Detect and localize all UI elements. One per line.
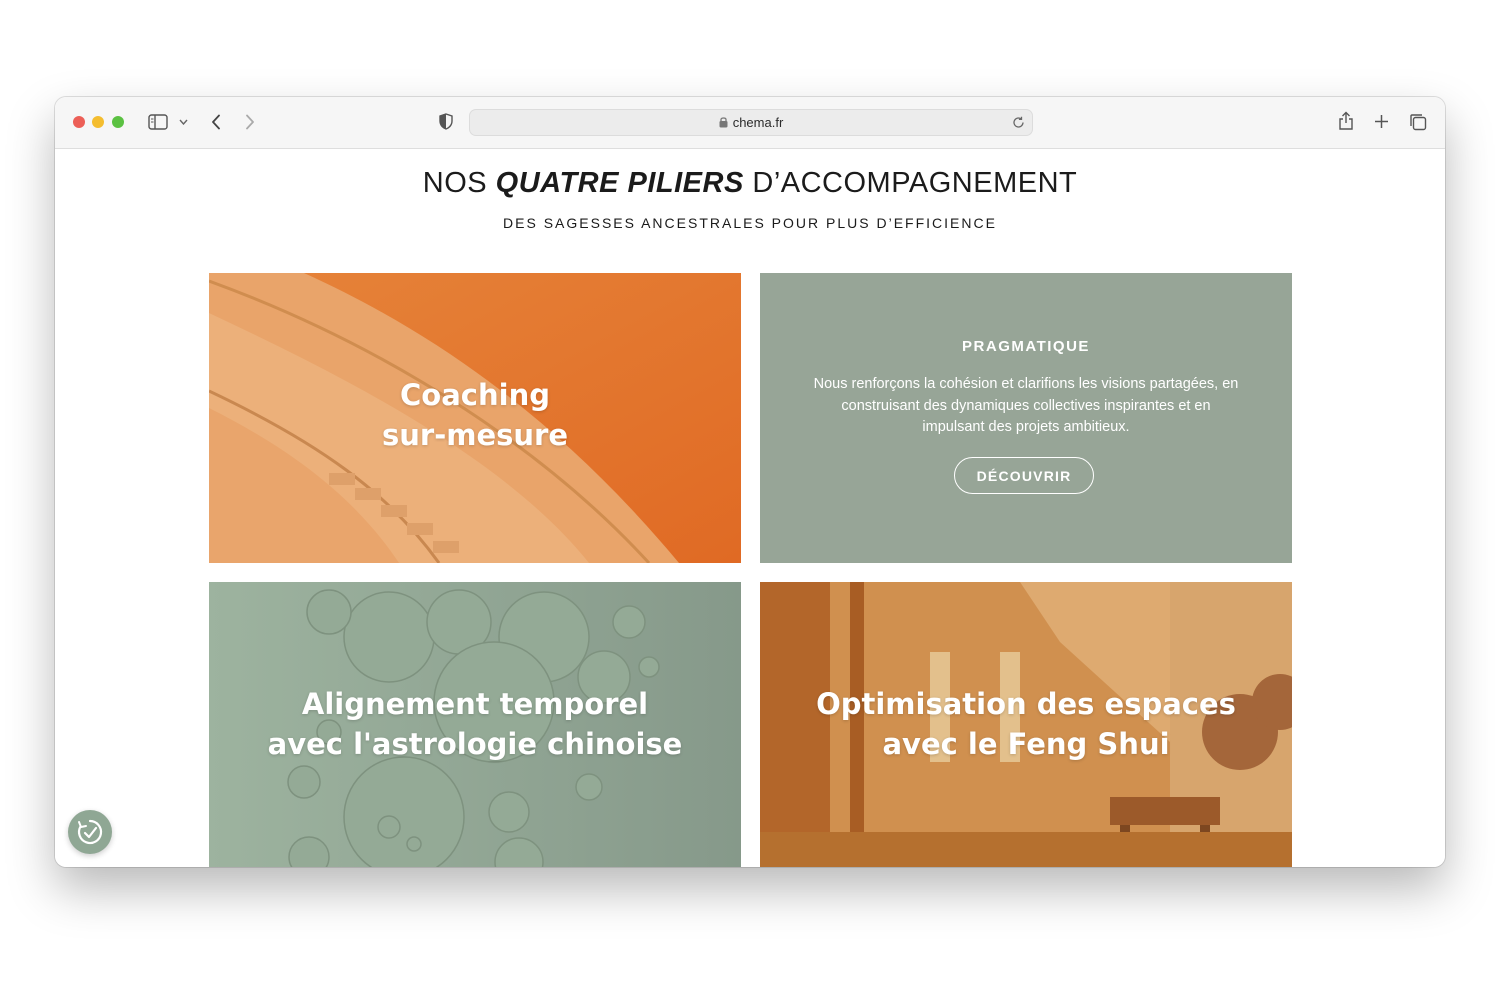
sidebar-icon[interactable] <box>148 114 168 130</box>
card-coaching-title: Coaching sur-mesure <box>381 378 568 452</box>
browser-toolbar: chema.fr <box>55 97 1445 149</box>
forward-icon[interactable] <box>245 114 255 130</box>
section-subheading: DES SAGESSES ANCESTRALES POUR PLUS D’EFF… <box>503 215 997 231</box>
browser-window: chema.fr NOS QUATRE PILIERS D’ACCOMPAGNE… <box>55 97 1445 867</box>
chevron-down-icon[interactable] <box>179 119 188 125</box>
tabs-overview-icon[interactable] <box>1409 113 1427 131</box>
card-optimisation[interactable]: Optimisation des espaces avec le Feng Sh… <box>760 582 1292 867</box>
card-coaching[interactable]: Coaching sur-mesure <box>209 273 741 563</box>
card-optimisation-title: Optimisation des espaces avec le Feng Sh… <box>816 687 1236 761</box>
zoom-window-button[interactable] <box>112 116 124 128</box>
heading-emphasis: QUATRE PILIERS <box>495 167 744 199</box>
new-tab-icon[interactable] <box>1374 114 1389 129</box>
url-text: chema.fr <box>732 115 784 130</box>
card-alignement-title: Alignement temporel avec l'astrologie ch… <box>267 687 683 761</box>
accessibility-widget-button[interactable] <box>68 810 112 854</box>
section-heading: NOS QUATRE PILIERS D’ACCOMPAGNEMENT <box>422 167 1078 199</box>
card-alignement[interactable]: Alignement temporel avec l'astrologie ch… <box>209 582 741 867</box>
shield-icon[interactable] <box>439 113 453 130</box>
card-pragmatique-text: Nous renforçons la cohésion et clarifion… <box>813 376 1239 435</box>
card-pragmatique: PRAGMATIQUE Nous renforçons la cohésion … <box>760 273 1292 563</box>
lock-icon <box>719 117 728 128</box>
discover-button[interactable]: DÉCOUVRIR <box>954 457 1094 494</box>
close-window-button[interactable] <box>73 116 85 128</box>
reload-icon[interactable] <box>1012 116 1025 129</box>
accessibility-check-icon <box>77 819 103 845</box>
page-content: NOS QUATRE PILIERS D’ACCOMPAGNEMENT DES … <box>55 149 1445 867</box>
share-icon[interactable] <box>1338 111 1354 131</box>
minimize-window-button[interactable] <box>92 116 104 128</box>
address-bar[interactable]: chema.fr <box>469 109 1033 136</box>
card-pragmatique-title: PRAGMATIQUE <box>962 338 1090 355</box>
back-icon[interactable] <box>211 114 221 130</box>
